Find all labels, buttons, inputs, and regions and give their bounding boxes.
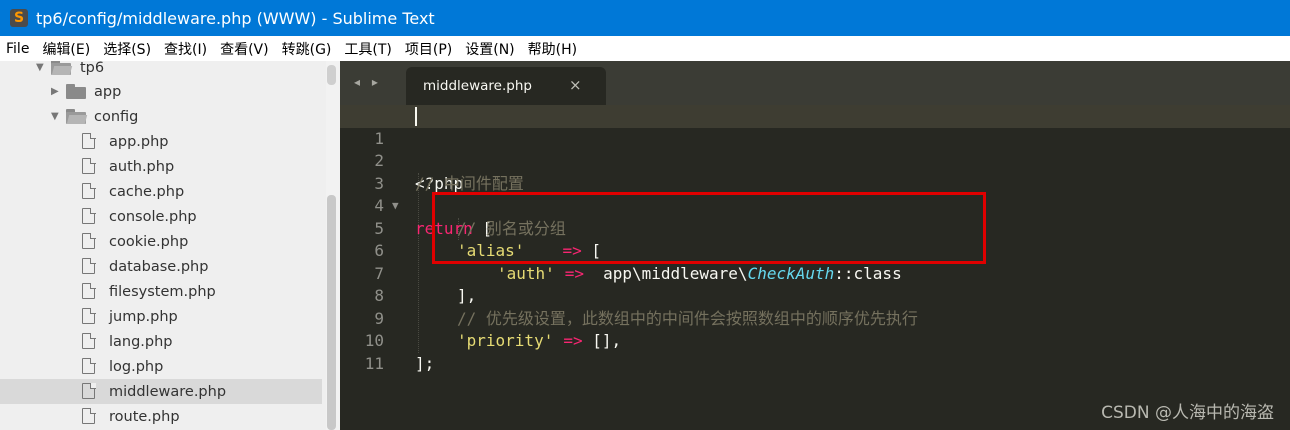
sidebar-item-label: console.php (109, 208, 197, 225)
annotation-highlight-box (432, 192, 986, 264)
file-icon (82, 157, 96, 174)
file-icon (82, 357, 96, 374)
sidebar-file-log[interactable]: log.php (0, 354, 322, 379)
code-line-9[interactable]: 9 'priority' => [], (340, 285, 1290, 351)
sidebar-item-label: tp6 (80, 61, 105, 76)
tab-label: middleware.php (423, 78, 532, 94)
sidebar-file-jump[interactable]: jump.php (0, 304, 322, 329)
sidebar-item-label: jump.php (109, 308, 178, 325)
chevron-down-icon[interactable]: ▼ (51, 111, 59, 122)
code-editor[interactable]: 1 <?php 2 // 中间件配置 3 ▼ return [ 4 // 别名或… (340, 105, 1290, 430)
tab-nav-arrows-icon[interactable]: ◂ ▸ (354, 75, 382, 89)
menu-view[interactable]: 查看(V) (220, 39, 269, 59)
menu-project[interactable]: 项目(P) (405, 39, 452, 59)
sidebar-scrollbar-thumb[interactable] (327, 195, 336, 430)
watermark: CSDN @人海中的海盗 (1101, 403, 1274, 423)
sidebar-item-label: lang.php (109, 333, 173, 350)
menu-goto[interactable]: 转跳(G) (282, 39, 332, 59)
sidebar-file-cookie[interactable]: cookie.php (0, 229, 322, 254)
code-line-10[interactable]: 10 ]; (340, 308, 1290, 373)
code-line-1[interactable]: 1 <?php (340, 105, 1290, 193)
file-icon (82, 282, 96, 299)
sidebar-file-filesystem[interactable]: filesystem.php (0, 279, 322, 304)
file-icon (82, 407, 96, 424)
code-line-2[interactable]: 2 // 中间件配置 (340, 128, 1290, 193)
sublime-s-icon: S (10, 9, 28, 27)
folder-open-icon (66, 109, 88, 124)
sidebar-file-console[interactable]: console.php (0, 204, 322, 229)
sidebar-file-cache[interactable]: cache.php (0, 179, 322, 204)
file-icon (82, 257, 96, 274)
menu-selection[interactable]: 选择(S) (103, 39, 151, 59)
text-cursor (415, 107, 417, 126)
menu-bar: File 编辑(E) 选择(S) 查找(I) 查看(V) 转跳(G) 工具(T)… (0, 36, 1290, 61)
sidebar-file-middleware[interactable]: middleware.php (0, 379, 322, 404)
close-icon[interactable]: × (569, 76, 582, 94)
line-number: 11 (364, 353, 384, 373)
sidebar-item-label: filesystem.php (109, 283, 216, 300)
window-title: tp6/config/middleware.php (WWW) - Sublim… (36, 8, 435, 28)
sidebar-item-label: config (94, 108, 139, 125)
sidebar-item-label: middleware.php (109, 383, 227, 400)
sidebar-file-database[interactable]: database.php (0, 254, 322, 279)
sidebar-file-lang[interactable]: lang.php (0, 329, 322, 354)
sidebar-file-app[interactable]: app.php (0, 129, 322, 154)
sidebar-folder-tp6[interactable]: ▼ tp6 (0, 61, 322, 80)
sidebar-file-route[interactable]: route.php (0, 404, 322, 429)
file-icon (82, 307, 96, 324)
tab-bar: ◂ ▸ middleware.php × (340, 61, 1290, 105)
sidebar-item-label: auth.php (109, 158, 175, 175)
file-icon (82, 182, 96, 199)
code-line-3[interactable]: 3 ▼ return [ (340, 150, 1290, 238)
sidebar: ▼ tp6 ▶ app ▼ config app.php auth.php ca… (0, 61, 340, 430)
menu-edit[interactable]: 编辑(E) (42, 39, 90, 59)
file-icon (82, 132, 96, 149)
menu-file[interactable]: File (6, 41, 29, 57)
sidebar-folder-config[interactable]: ▼ config (0, 104, 322, 129)
sidebar-item-label: app.php (109, 133, 169, 150)
menu-preferences[interactable]: 设置(N) (465, 39, 514, 59)
code-line-11[interactable]: 11 (340, 330, 1290, 373)
file-icon (82, 207, 96, 224)
menu-tools[interactable]: 工具(T) (344, 39, 391, 59)
menu-find[interactable]: 查找(I) (164, 39, 207, 59)
sidebar-item-label: app (94, 83, 122, 100)
sidebar-item-label: database.php (109, 258, 209, 275)
chevron-down-icon[interactable]: ▼ (36, 62, 44, 73)
folder-icon (66, 84, 86, 99)
sidebar-folder-app[interactable]: ▶ app (0, 79, 322, 104)
sidebar-item-label: route.php (109, 408, 180, 425)
scrollbar-thumb-horizontal[interactable] (327, 65, 336, 85)
file-icon (82, 332, 96, 349)
tab-middleware[interactable]: middleware.php × (406, 67, 606, 105)
menu-help[interactable]: 帮助(H) (528, 39, 577, 59)
chevron-right-icon[interactable]: ▶ (51, 86, 59, 97)
title-bar: S tp6/config/middleware.php (WWW) - Subl… (0, 0, 1290, 36)
code-text: ]; (415, 353, 435, 373)
code-line-8[interactable]: 8 // 优先级设置，此数组中的中间件会按照数组中的顺序优先执行 (340, 263, 1290, 328)
sidebar-file-auth[interactable]: auth.php (0, 154, 322, 179)
file-icon (82, 232, 96, 249)
folder-open-icon (51, 61, 73, 75)
sidebar-item-label: cache.php (109, 183, 185, 200)
sidebar-item-label: log.php (109, 358, 164, 375)
sidebar-item-label: cookie.php (109, 233, 189, 250)
file-icon (82, 382, 96, 399)
